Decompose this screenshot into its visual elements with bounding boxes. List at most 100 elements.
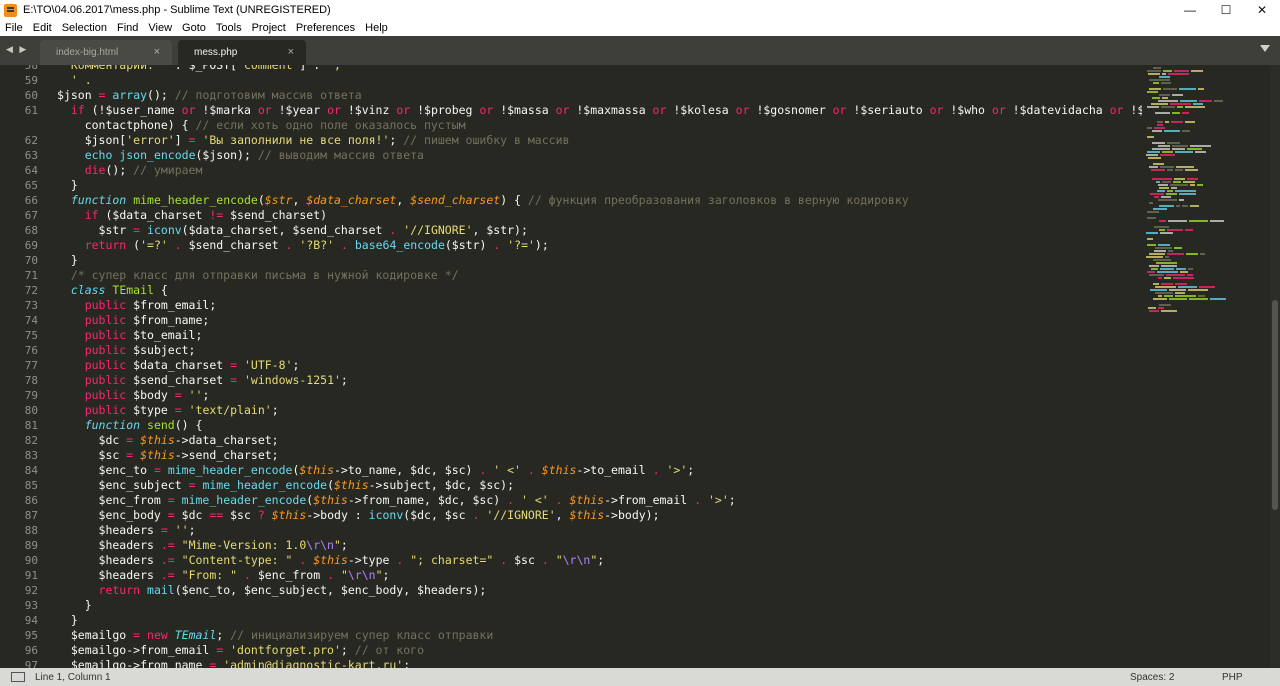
code-token: $sc [57,448,127,462]
code-line[interactable]: contactphone) { // если хоть одно поле о… [57,118,1142,133]
code-line[interactable]: } [57,613,1142,628]
code-token: $json[ [57,133,127,147]
code-line[interactable]: return ('=?' . $send_charset . '?B?' . b… [57,238,1142,253]
minimap-line [1171,121,1183,123]
code-line[interactable]: public $data_charset = 'UTF-8'; [57,358,1142,373]
code-view[interactable]: Комментарии: ' . $_POST['comment'] . '; … [57,65,1142,668]
code-line[interactable]: $emailgo->from_name = 'admin@diagnostic-… [57,658,1142,668]
code-line[interactable]: $emailgo->from_email = 'dontforget.pro';… [57,643,1142,658]
tab-close-icon[interactable]: × [154,46,160,58]
code-line[interactable]: function send() { [57,418,1142,433]
menu-preferences[interactable]: Preferences [291,22,360,34]
code-line[interactable]: public $subject; [57,343,1142,358]
code-line[interactable]: function mime_header_encode($str, $data_… [57,193,1142,208]
code-token: $this [313,493,348,507]
indentation-setting[interactable]: Spaces: 2 [1130,672,1222,683]
code-line[interactable]: public $send_charset = 'windows-1251'; [57,373,1142,388]
code-line[interactable]: } [57,598,1142,613]
minimap-line [1162,97,1168,99]
menu-edit[interactable]: Edit [28,22,57,34]
tab-mess-php[interactable]: mess.php × [178,40,306,65]
panel-toggle-icon[interactable] [11,672,25,682]
code-token: '>' [708,493,729,507]
code-line[interactable]: if (!$user_name or !$marka or !$year or … [57,103,1142,118]
code-line[interactable]: } [57,178,1142,193]
minimap-line [1157,121,1163,123]
minimap-line [1161,106,1175,108]
code-line[interactable]: return mail($enc_to, $enc_subject, $enc_… [57,583,1142,598]
menu-selection[interactable]: Selection [57,22,112,34]
minimize-button[interactable]: — [1172,0,1208,20]
code-line[interactable]: $str = iconv($data_charset, $send_charse… [57,223,1142,238]
code-line[interactable]: $json = array(); // подготовим массив от… [57,88,1142,103]
code-token: '>' [666,463,688,477]
code-token: Комментарии: [57,65,161,72]
code-line[interactable]: if ($data_charset != $send_charset) [57,208,1142,223]
code-token: .= [160,538,175,552]
tab-close-icon[interactable]: × [288,46,294,58]
code-line[interactable]: $sc = $this->send_charset; [57,448,1142,463]
code-line[interactable]: class TEmail { [57,283,1142,298]
line-number: 70 [24,254,38,267]
menu-goto[interactable]: Goto [177,22,211,34]
minimap[interactable] [1146,65,1270,668]
code-line[interactable]: public $from_name; [57,313,1142,328]
menu-file[interactable]: File [0,22,28,34]
code-token: !$probeg [410,103,480,117]
code-line[interactable]: $headers .= "Content-type: " . $this->ty… [57,553,1142,568]
code-line[interactable]: public $to_email; [57,328,1142,343]
minimap-line [1164,130,1180,132]
minimap-line [1149,166,1158,168]
code-token: 'Вы заполнили не все поля!' [202,133,390,147]
menu-view[interactable]: View [143,22,177,34]
code-line[interactable]: $headers .= "From: " . $enc_from . "\r\n… [57,568,1142,583]
code-token: $dc [57,433,127,447]
code-line[interactable]: $emailgo = new TEmail; // инициализируем… [57,628,1142,643]
scrollbar-thumb[interactable] [1272,300,1278,510]
code-line[interactable]: die(); // умираем [57,163,1142,178]
tab-nav-arrows-icon[interactable]: ◀ ▶ [6,44,28,55]
maximize-button[interactable]: ☐ [1208,0,1244,20]
code-line[interactable]: ' . [57,73,1142,88]
menu-help[interactable]: Help [360,22,393,34]
code-line[interactable]: $dc = $this->data_charset; [57,433,1142,448]
code-line[interactable]: $headers .= "Mime-Version: 1.0\r\n"; [57,538,1142,553]
code-token: ); [534,238,549,252]
code-line[interactable]: public $from_email; [57,298,1142,313]
code-token: or [479,103,494,117]
code-line[interactable]: $enc_to = mime_header_encode($this->to_n… [57,463,1142,478]
minimap-line [1157,271,1178,273]
tab-index-big-html[interactable]: index-big.html × [40,40,172,65]
code-line[interactable]: $headers = ''; [57,523,1142,538]
code-line[interactable]: $enc_body = $dc == $sc ? $this->body : i… [57,508,1142,523]
menu-tools[interactable]: Tools [211,22,247,34]
code-line[interactable]: } [57,253,1142,268]
editor-area[interactable]: 58 59 60 61 62 63 64 65 66 67 68 69 70 71 72 73 74 75 76 77… [0,65,1280,668]
syntax-selector[interactable]: PHP [1222,672,1280,683]
line-number: 88 [24,524,38,537]
menu-find[interactable]: Find [112,22,143,34]
code-line[interactable]: $json['error'] = 'Вы заполнили не все по… [57,133,1142,148]
line-number: 80 [24,404,38,417]
code-line[interactable]: $enc_subject = mime_header_encode($this-… [57,478,1142,493]
code-line[interactable]: public $type = 'text/plain'; [57,403,1142,418]
code-line[interactable]: public $body = ''; [57,388,1142,403]
menu-project[interactable]: Project [247,22,291,34]
code-line[interactable]: Комментарии: ' . $_POST['comment'] . '; [57,65,1142,73]
code-line[interactable]: /* супер класс для отправки письма в нуж… [57,268,1142,283]
code-token: } [57,613,78,627]
tab-list-dropdown-icon[interactable] [1260,45,1270,52]
code-line[interactable]: $enc_from = mime_header_encode($this->fr… [57,493,1142,508]
code-token: or [832,103,847,117]
minimap-line [1172,112,1180,114]
close-button[interactable]: ✕ [1244,0,1280,20]
minimap-line [1175,292,1185,294]
minimap-line [1188,268,1193,270]
code-line[interactable]: echo json_encode($json); // выводим масс… [57,148,1142,163]
vertical-scrollbar[interactable] [1270,65,1280,668]
code-token: $send_charset) [223,208,328,222]
